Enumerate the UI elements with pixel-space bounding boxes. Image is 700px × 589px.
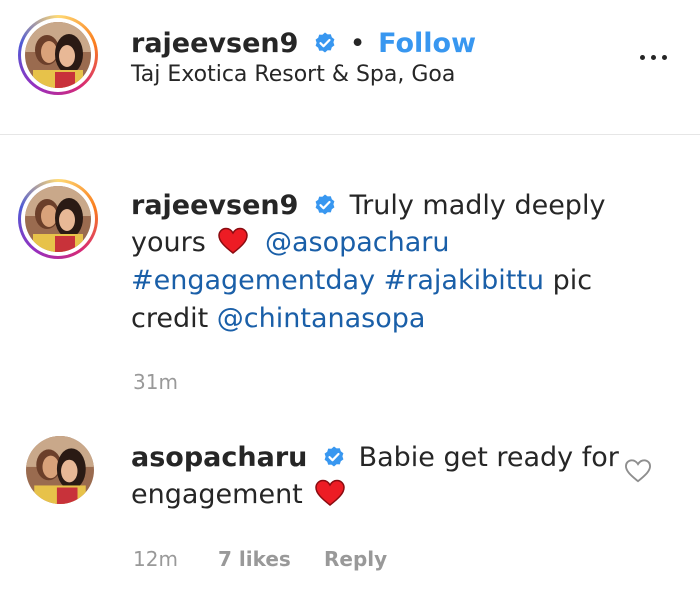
header-avatar-ring[interactable] <box>18 15 98 95</box>
red-heart-icon <box>218 227 249 254</box>
red-heart-icon <box>315 479 346 506</box>
verified-badge-icon <box>315 194 335 215</box>
comment-text: Babie get ready for <box>358 442 619 473</box>
header-username[interactable]: rajeevsen9 <box>131 28 298 59</box>
caption-text: Truly madly deeply <box>349 190 606 221</box>
caption-text: pic <box>552 265 593 296</box>
mention-link[interactable]: @chintanasopa <box>217 303 426 334</box>
more-options-icon[interactable] <box>640 50 676 64</box>
location-link[interactable]: Taj Exotica Resort & Spa, Goa <box>131 62 455 87</box>
header-divider <box>0 134 700 135</box>
post-header: rajeevsen9 • Follow Taj Exotica Resort &… <box>0 0 700 134</box>
comment-username[interactable]: asopacharu <box>131 442 307 473</box>
like-heart-icon[interactable] <box>624 458 652 484</box>
comment-text: engagement <box>131 479 303 510</box>
caption-username[interactable]: rajeevsen9 <box>131 190 298 221</box>
caption-text: yours <box>131 227 206 258</box>
hashtag-link[interactable]: #rajakibittu <box>384 265 544 296</box>
verified-badge-icon <box>324 446 344 467</box>
follow-button[interactable]: Follow <box>378 28 476 59</box>
verified-badge-icon <box>315 32 335 53</box>
reply-button[interactable]: Reply <box>324 547 387 571</box>
caption-avatar-ring[interactable] <box>18 179 98 259</box>
hashtag-link[interactable]: #engagementday <box>131 265 375 296</box>
avatar <box>25 22 91 88</box>
caption-timestamp[interactable]: 31m <box>133 370 178 394</box>
avatar[interactable] <box>26 436 94 504</box>
avatar <box>25 186 91 252</box>
comment-timestamp[interactable]: 12m <box>133 547 178 571</box>
mention-link[interactable]: @asopacharu <box>265 227 450 258</box>
caption-text: credit <box>131 303 209 334</box>
header-separator: • <box>349 28 366 59</box>
comment-likes-count[interactable]: 7 likes <box>218 547 291 571</box>
